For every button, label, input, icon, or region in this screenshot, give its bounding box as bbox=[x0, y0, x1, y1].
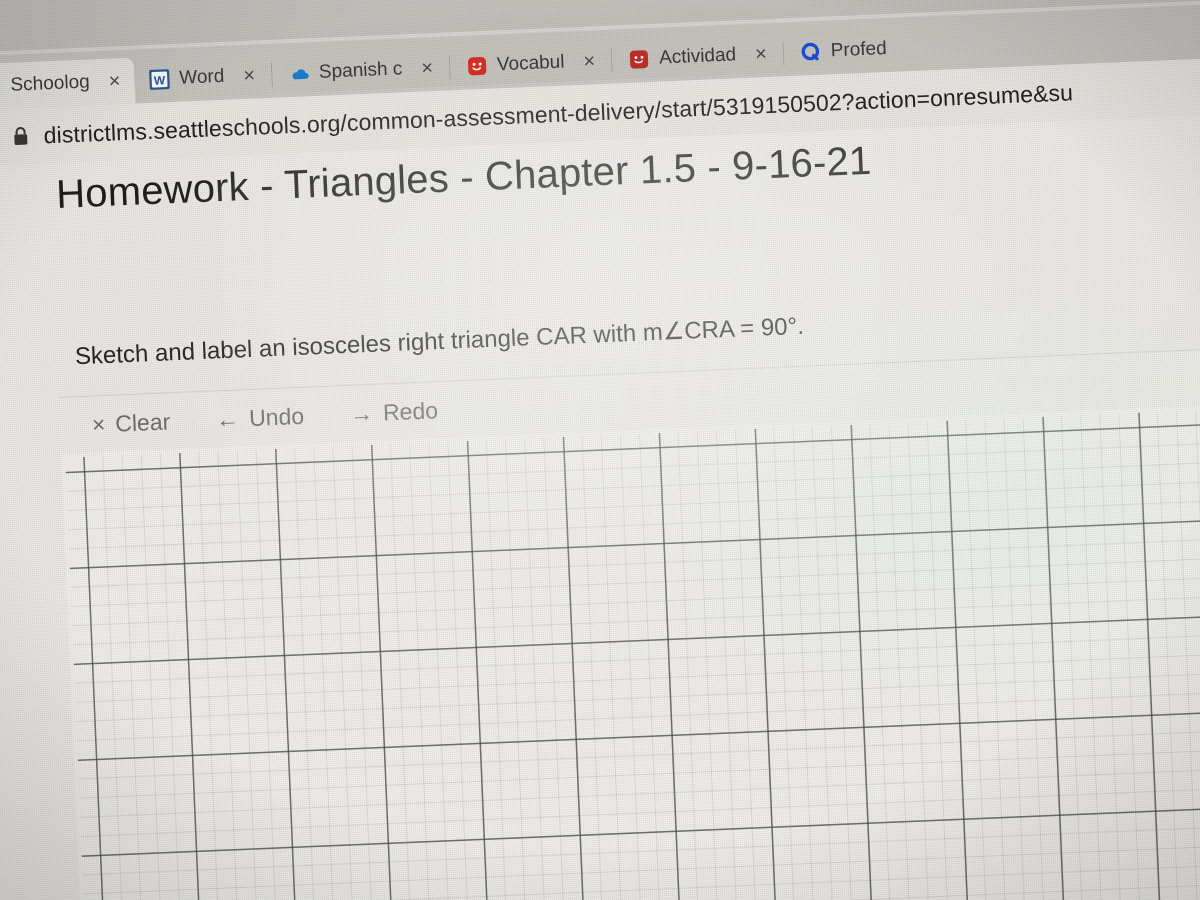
redo-button-label: Redo bbox=[382, 396, 439, 425]
redo-button[interactable]: → Redo bbox=[349, 397, 438, 428]
redo-arrow-icon: → bbox=[349, 399, 374, 427]
tab-divider bbox=[782, 41, 785, 66]
onedrive-cloud-icon bbox=[288, 62, 311, 85]
tab-close-icon[interactable]: × bbox=[98, 70, 125, 92]
tab-item-spanish[interactable]: Spanish c × bbox=[273, 44, 448, 97]
quizlet-smiley-icon bbox=[466, 55, 489, 78]
graph-grid[interactable] bbox=[65, 406, 1200, 900]
sketch-canvas[interactable] bbox=[61, 402, 1200, 900]
tab-close-icon[interactable]: × bbox=[233, 65, 260, 87]
page-content: Homework - Triangles - Chapter 1.5 - 9-1… bbox=[0, 111, 1200, 900]
sketch-answer-widget[interactable]: × Clear ← Undo → Redo bbox=[58, 345, 1200, 900]
tab-item-profed[interactable]: Profed bbox=[785, 26, 898, 77]
question-prompt: Sketch and label an isosceles right tria… bbox=[74, 312, 805, 371]
quizlet-smiley-icon bbox=[628, 48, 651, 71]
microsoft-word-icon: W bbox=[148, 68, 171, 91]
lock-icon bbox=[11, 125, 30, 148]
tab-divider bbox=[448, 55, 451, 80]
tab-title: Spanish c bbox=[318, 58, 403, 83]
schoology-icon bbox=[0, 75, 2, 98]
tab-divider bbox=[270, 62, 273, 87]
tab-item-word[interactable]: W Word × bbox=[133, 52, 270, 104]
tab-close-icon[interactable]: × bbox=[411, 57, 438, 79]
tab-close-icon[interactable]: × bbox=[745, 43, 772, 65]
tab-title: Profed bbox=[830, 38, 888, 62]
clear-button-label: Clear bbox=[114, 407, 171, 437]
browser-window: t × Schoolog × bbox=[0, 0, 1200, 900]
undo-button-label: Undo bbox=[248, 402, 305, 431]
tab-item-schoology[interactable]: Schoolog × bbox=[0, 57, 136, 111]
tab-close-icon[interactable]: × bbox=[573, 50, 600, 72]
svg-text:W: W bbox=[153, 73, 166, 87]
clear-button[interactable]: × Clear bbox=[91, 408, 170, 438]
undo-button[interactable]: ← Undo bbox=[216, 402, 305, 433]
tab-item-actividad[interactable]: Actividad × bbox=[613, 31, 782, 84]
close-icon: × bbox=[91, 410, 106, 438]
tab-divider bbox=[610, 48, 613, 73]
photo-of-screen: t × Schoolog × bbox=[0, 0, 1200, 900]
tab-title: Vocabul bbox=[496, 51, 565, 76]
tab-title: Schoolog bbox=[10, 71, 91, 96]
tab-title: Word bbox=[178, 65, 225, 89]
tab-title: Actividad bbox=[658, 44, 737, 69]
quizlet-q-icon bbox=[799, 41, 822, 64]
undo-arrow-icon: ← bbox=[215, 405, 240, 432]
tab-item-vocabulary[interactable]: Vocabul × bbox=[451, 38, 610, 91]
